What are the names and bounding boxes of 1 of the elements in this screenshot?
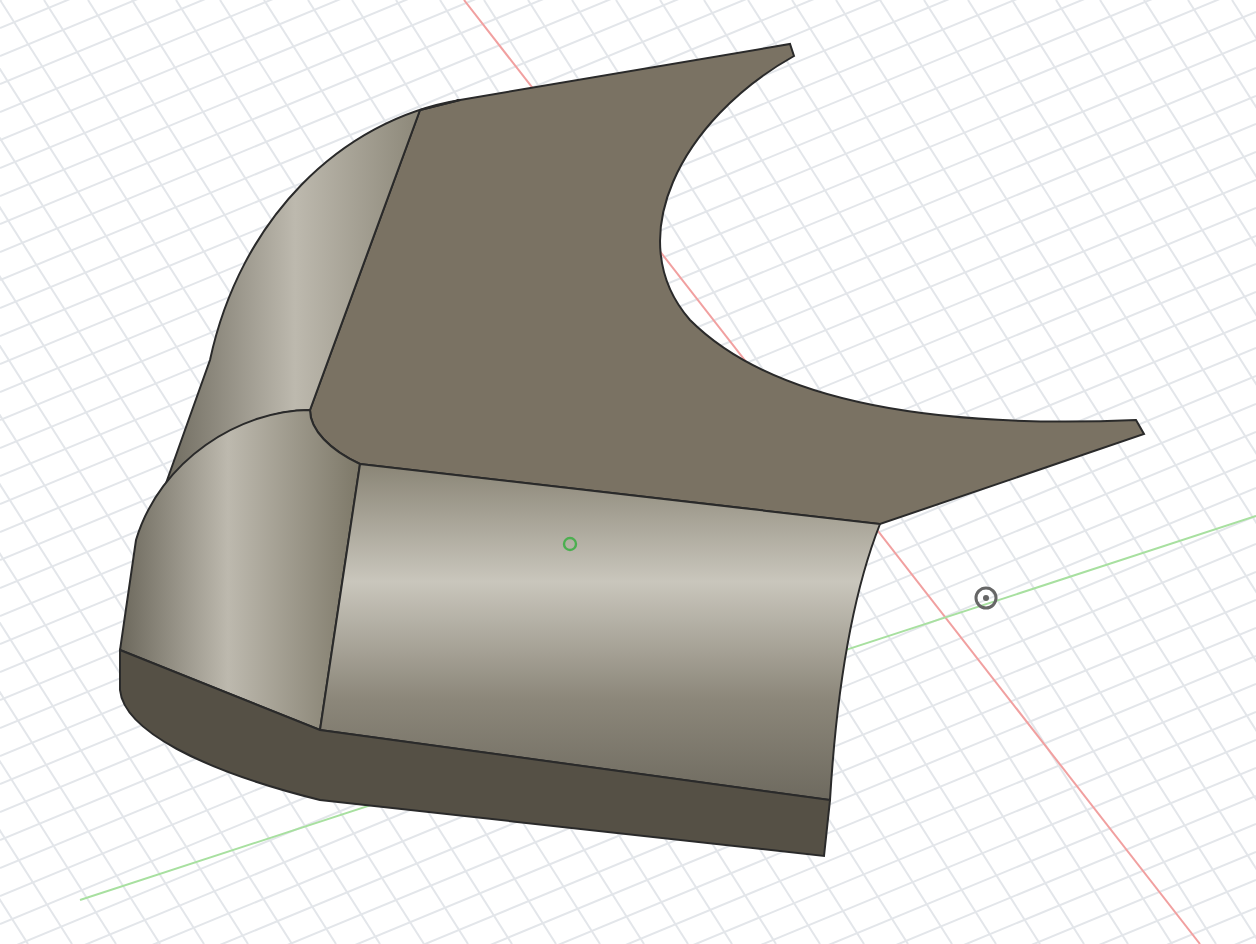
origin-icon — [974, 586, 998, 610]
